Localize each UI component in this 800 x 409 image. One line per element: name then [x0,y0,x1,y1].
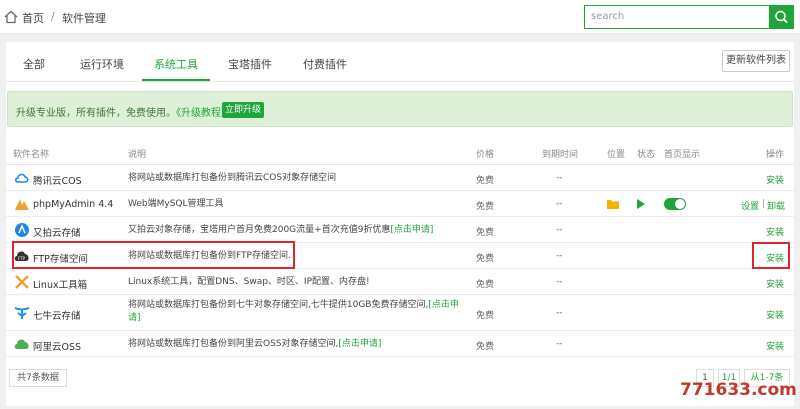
software-desc: 又拍云对象存储，宝塔用户首月免费200G流量+首次充值9折优惠[点击申请] [128,225,434,235]
software-price: 免费 [476,280,495,290]
phpmyadmin-icon [15,199,29,210]
header-desc: 说明 [128,150,147,160]
software-panel: 全部 运行环境 系统工具 宝塔插件 付费插件 更新软件列表 升级专业版，所有插件… [6,42,794,406]
apply-link[interactable]: [点击申 [428,300,459,310]
total-count: 共7条数据 [9,369,67,387]
software-desc: Linux系统工具，配置DNS、Swap、时区、IP配置、内存盘! [128,277,370,287]
qiniu-icon [14,307,30,319]
highlight-box-install [752,242,790,269]
table-row: phpMyAdmin 4.4 Web端MySQL管理工具 免费 -- 设置 | … [6,191,794,217]
software-desc: 将网站或数据库打包备份到腾讯云COS对象存储空间 [128,173,337,183]
install-button[interactable]: 安装 [766,173,784,186]
tab-bt-plugins[interactable]: 宝塔插件 [228,56,272,72]
play-icon[interactable] [637,199,645,209]
aliyun-icon [14,339,29,349]
upgrade-now-button[interactable]: 立即升级 [222,102,264,118]
software-price: 免费 [476,176,495,186]
apply-link[interactable]: [点击申请] [390,225,433,235]
software-price: 免费 [476,228,495,238]
header-status: 状态 [637,150,656,160]
software-expire: -- [556,277,563,287]
software-price: 免费 [476,254,495,264]
home-icon[interactable] [4,10,18,24]
tab-system-tools[interactable]: 系统工具 [154,56,198,72]
tab-runtime[interactable]: 运行环境 [80,56,124,72]
install-button[interactable]: 安装 [766,339,784,352]
software-expire: -- [556,339,563,349]
software-price: 免费 [476,311,495,321]
table-row: Linux工具箱 Linux系统工具，配置DNS、Swap、时区、IP配置、内存… [6,269,794,295]
software-price: 免费 [476,342,495,352]
software-expire: -- [556,251,563,261]
table-row: 又拍云存储 又拍云对象存储，宝塔用户首月免费200G流量+首次充值9折优惠[点击… [6,217,794,243]
header-name: 软件名称 [13,150,50,160]
tab-all[interactable]: 全部 [23,56,45,72]
header-price: 价格 [476,150,495,160]
software-name: 阿里云OSS [33,342,82,353]
software-expire: -- [556,173,563,183]
apply-link-continued[interactable]: 请] [128,313,141,323]
search-button[interactable] [769,5,794,29]
table-row: 阿里云OSS 将网站或数据库打包备份到阿里云OSS对象存储空间,[点击申请] 免… [6,331,794,357]
header-position: 位置 [607,150,626,160]
install-button[interactable]: 安装 [766,308,784,321]
header-expire: 到期时间 [542,150,579,160]
software-price: 免费 [476,202,495,212]
software-expire: -- [556,225,563,235]
highlight-box-ftp-row [12,241,295,269]
active-tab-indicator [142,79,210,81]
linux-tools-icon [15,275,29,289]
upyun-icon [15,223,29,237]
uninstall-link[interactable]: 卸载 [767,199,785,212]
software-name: 七牛云存储 [33,311,81,322]
search-icon [775,10,788,24]
software-name: Linux工具箱 [33,280,88,291]
breadcrumb-separator: / [51,10,55,23]
apply-link[interactable]: [点击申请] [338,339,381,349]
watermark: 771633.com [680,380,797,400]
upgrade-banner-text: 升级专业版，所有插件，免费使用。《升级教程》 [16,108,231,119]
top-bar: 首页 / 软件管理 search [0,0,800,34]
tencent-cloud-icon [14,173,29,183]
install-button[interactable]: 安装 [766,225,784,238]
tab-paid-plugins[interactable]: 付费插件 [303,56,347,72]
software-name: 腾讯云COS [33,176,82,187]
table-row: 七牛云存储 将网站或数据库打包备份到七牛对象存储空间,七牛提供10GB免费存储空… [6,295,794,331]
header-home-show: 首页显示 [664,150,701,160]
software-desc: 将网站或数据库打包备份到七牛对象存储空间,七牛提供10GB免费存储空间,[点击申… [128,300,459,323]
action-separator: | [762,199,766,209]
settings-link[interactable]: 设置 [741,199,759,212]
software-desc: Web端MySQL管理工具 [128,199,224,209]
upgrade-banner: 升级专业版，所有插件，免费使用。《升级教程》 立即升级 [7,91,793,127]
breadcrumb-current: 软件管理 [62,12,106,25]
software-desc: 将网站或数据库打包备份到阿里云OSS对象存储空间,[点击申请] [128,339,382,349]
software-expire: -- [556,308,563,318]
search-input[interactable]: search [584,5,769,29]
breadcrumb-home[interactable]: 首页 [22,10,44,26]
home-display-toggle[interactable] [664,198,686,210]
toggle-knob [675,199,685,209]
folder-icon[interactable] [607,199,619,209]
update-software-list-button[interactable]: 更新软件列表 [722,50,790,72]
software-expire: -- [556,199,563,209]
table-row: 腾讯云COS 将网站或数据库打包备份到腾讯云COS对象存储空间 免费 -- 安装 [6,165,794,191]
header-action: 操作 [766,150,785,160]
software-name: phpMyAdmin 4.4 [33,199,114,210]
install-button[interactable]: 安装 [766,277,784,290]
software-name: 又拍云存储 [33,228,81,239]
category-tabs: 全部 运行环境 系统工具 宝塔插件 付费插件 更新软件列表 [6,42,794,82]
table-header: 软件名称 说明 价格 到期时间 位置 状态 首页显示 操作 [6,141,794,165]
